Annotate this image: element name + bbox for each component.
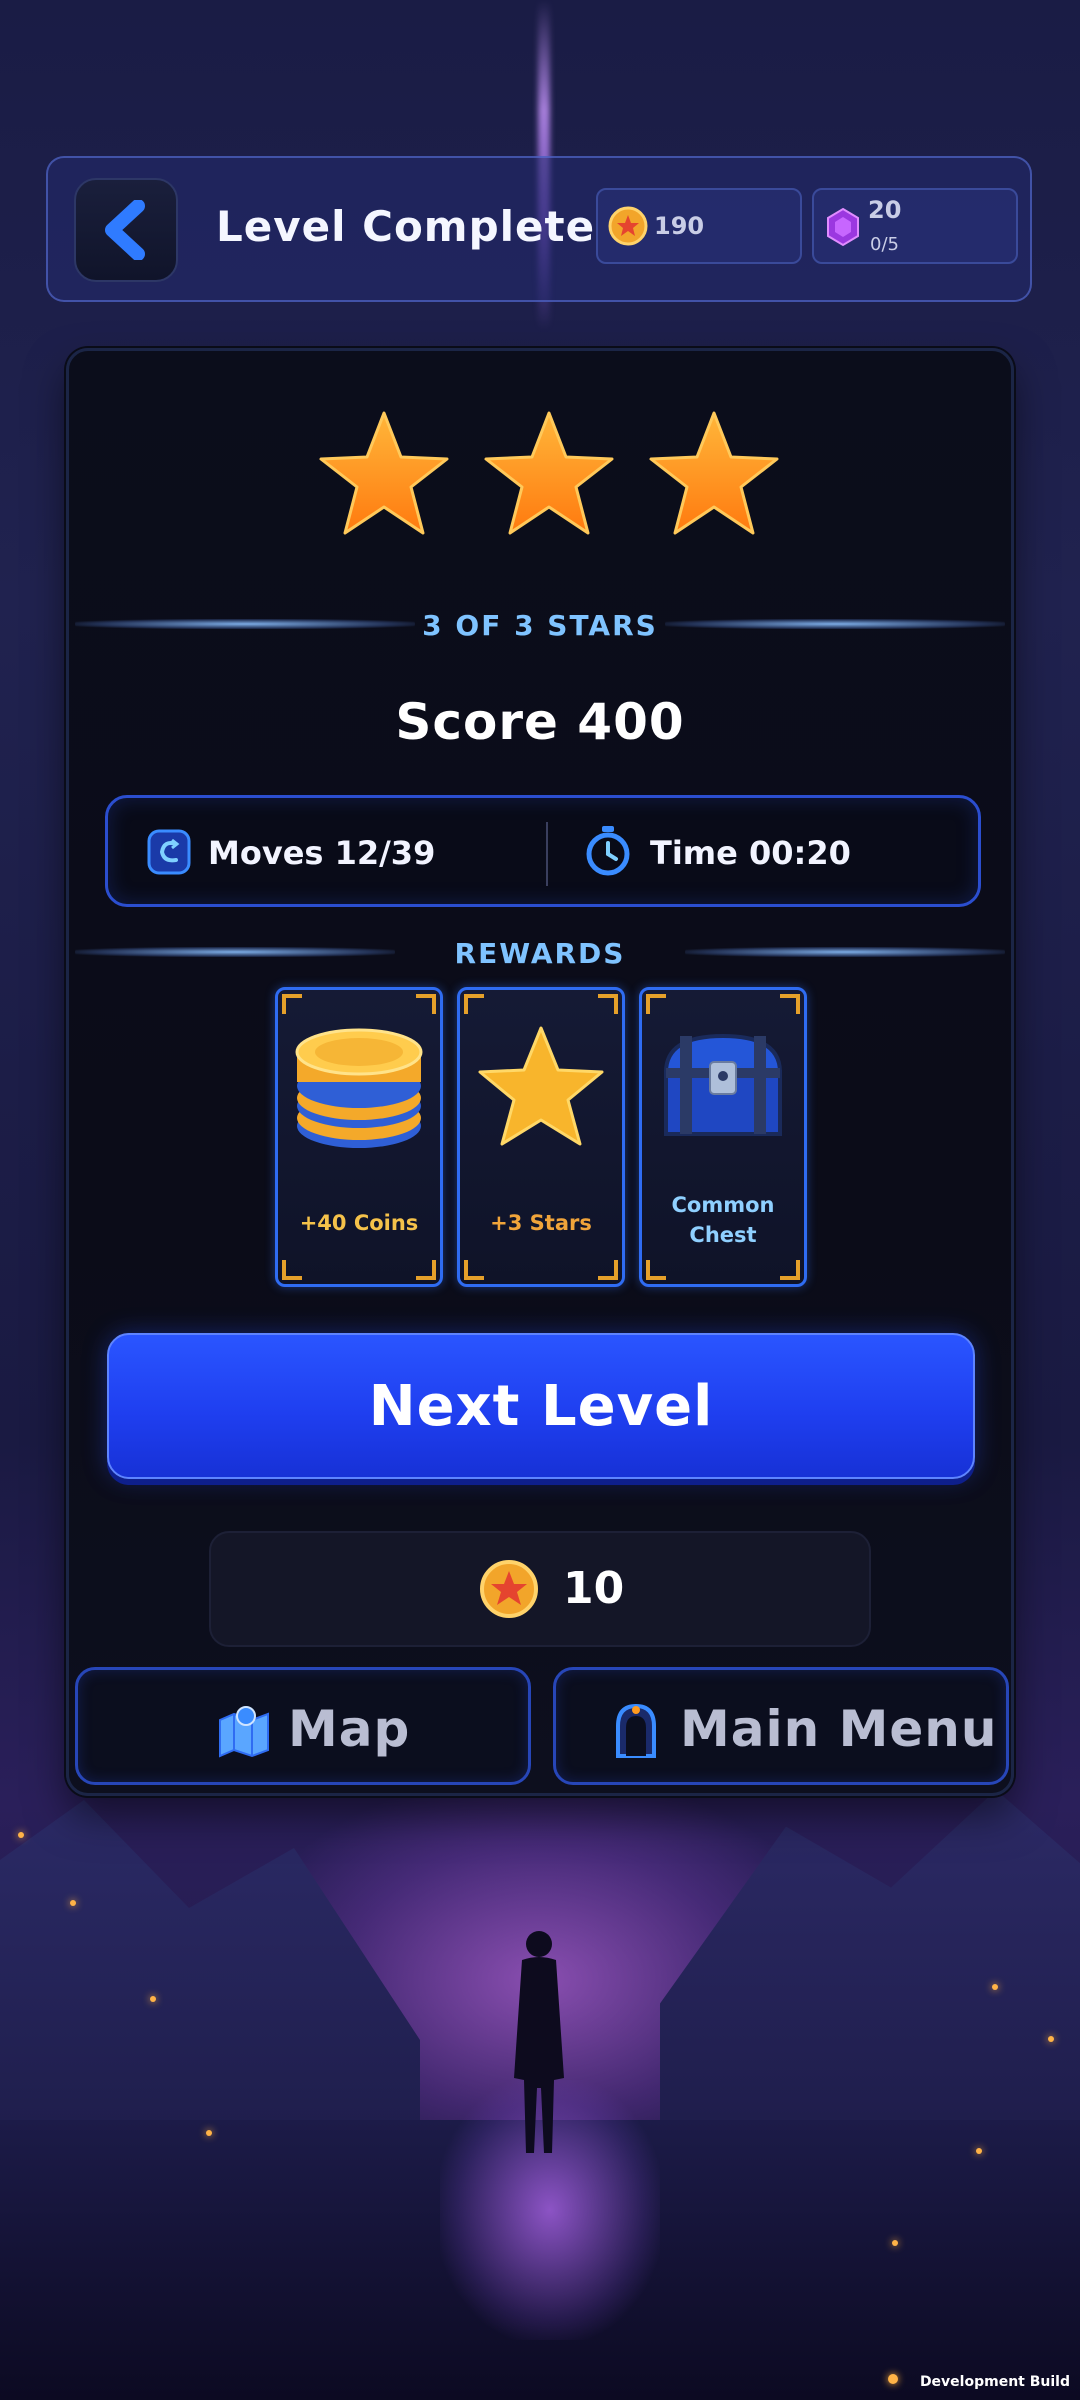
ember <box>1048 2036 1054 2042</box>
ember <box>992 1984 998 1990</box>
gem-icon <box>827 207 859 247</box>
build-watermark: Development Build <box>919 2374 1070 2390</box>
rewards-title: REWARDS <box>454 937 626 970</box>
next-level-button[interactable]: Next Level <box>107 1333 975 1479</box>
gem-balance: 20 0/5 <box>812 188 1018 264</box>
back-button[interactable] <box>74 178 178 282</box>
score-label: Score 400 <box>395 693 685 751</box>
elapsed-time: Time 00:20 <box>650 834 851 872</box>
ember <box>150 1996 156 2002</box>
portal-icon <box>616 1703 656 1758</box>
top-bar: Level Complete 190 20 0/5 <box>46 156 1032 302</box>
stars-summary: 3 OF 3 STARS <box>422 609 658 642</box>
stopwatch-icon <box>586 826 630 876</box>
coin-count: 190 <box>654 212 705 240</box>
reward-card-chest: Common Chest <box>639 987 807 1287</box>
reward-label: +3 Stars <box>490 1211 592 1235</box>
reward-label: Common Chest <box>671 1193 775 1247</box>
star-rating <box>319 411 779 535</box>
gem-progress: 0/5 <box>870 234 899 255</box>
main-menu-label: Main Menu <box>680 1700 998 1758</box>
map-button[interactable]: Map <box>75 1667 531 1785</box>
gem-count: 20 <box>868 196 902 224</box>
reward-card-coins: +40 Coins <box>275 987 443 1287</box>
wanderer-silhouette <box>514 1931 564 2153</box>
level-complete-panel: 3 OF 3 STARS Score 400 Moves 12/39 Time … <box>66 348 1014 1796</box>
reward-card-stars: +3 Stars <box>457 987 625 1287</box>
coin-balance: 190 <box>596 188 802 264</box>
star-icon <box>484 411 614 535</box>
ember <box>976 2148 982 2154</box>
star-icon <box>478 1026 604 1146</box>
moves-icon <box>147 829 191 875</box>
ember <box>70 1900 76 1906</box>
ember <box>888 2374 898 2384</box>
stats-bar: Moves 12/39 Time 00:20 <box>105 795 981 907</box>
coin-icon <box>480 1560 538 1618</box>
ember <box>892 2240 898 2246</box>
star-icon <box>319 411 449 535</box>
chest-icon <box>663 1033 783 1136</box>
ember <box>206 2130 212 2136</box>
reward-label: +40 Coins <box>299 1211 419 1235</box>
ember <box>18 1832 24 1838</box>
map-label: Map <box>288 1700 411 1758</box>
coin-stack-icon <box>295 1028 423 1148</box>
moves-count: Moves 12/39 <box>208 834 436 872</box>
main-menu-button[interactable]: Main Menu <box>553 1667 1009 1785</box>
map-icon <box>219 1706 269 1758</box>
star-icon <box>649 411 779 535</box>
chevron-left-icon <box>105 200 145 260</box>
coin-cost-badge[interactable]: 10 <box>209 1531 871 1647</box>
stats-divider <box>546 822 548 886</box>
page-title: Level Complete <box>216 202 596 251</box>
coin-icon <box>608 206 648 246</box>
coin-cost-amount: 10 <box>563 1563 625 1614</box>
